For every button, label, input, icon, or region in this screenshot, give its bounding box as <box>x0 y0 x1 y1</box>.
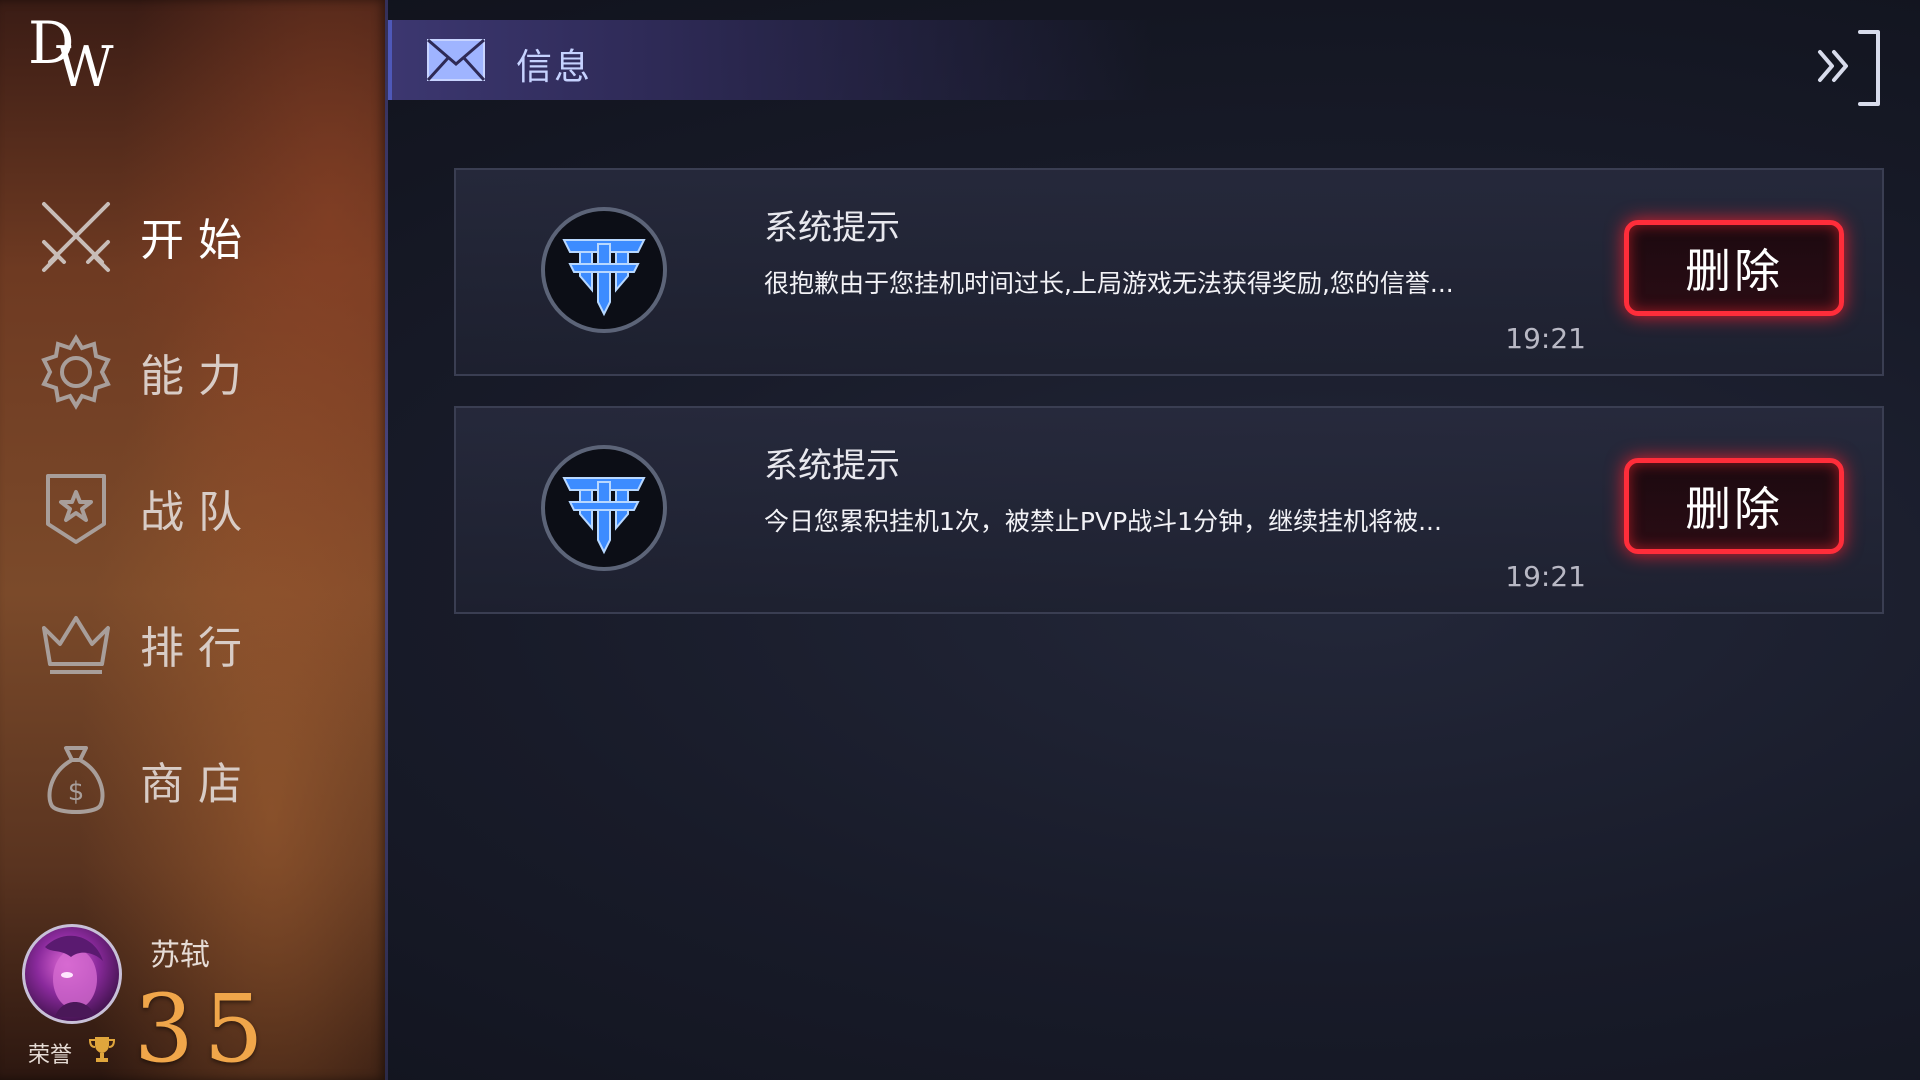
sidebar: DW 开始 能力 战队 排行 $ 商店 苏轼 荣誉 35 <box>0 0 388 1080</box>
nav-item-start[interactable]: 开始 <box>28 186 358 286</box>
nav-item-ability[interactable]: 能力 <box>28 322 358 422</box>
game-logo: DW <box>28 9 114 100</box>
crossed-swords-icon <box>28 193 124 279</box>
message-body: 今日您累积挂机1次，被禁止PVP战斗1分钟，继续挂机将被... <box>764 507 1442 536</box>
delete-button-label: 删除 <box>1685 244 1783 298</box>
gear-icon <box>28 329 124 415</box>
avatar[interactable] <box>22 924 122 1024</box>
nav-item-ranking[interactable]: 排行 <box>28 594 358 694</box>
collapse-panel-icon <box>1812 30 1886 114</box>
mail-icon <box>426 38 486 82</box>
nav-item-team[interactable]: 战队 <box>28 458 358 558</box>
nav-label: 能力 <box>140 351 256 402</box>
nav-label: 战队 <box>140 487 256 538</box>
delete-button[interactable]: 删除 <box>1624 220 1844 316</box>
nav-label: 排行 <box>140 623 256 674</box>
honor-label: 荣誉 <box>28 1043 73 1068</box>
game-screen: DW 开始 能力 战队 排行 $ 商店 苏轼 荣誉 35 信息 系统提示 很抱歉… <box>0 0 1920 1080</box>
crown-icon <box>28 601 124 687</box>
money-bag-icon: $ <box>28 737 124 823</box>
collapse-panel-button[interactable] <box>1812 26 1886 110</box>
nav-label: 商店 <box>140 759 256 810</box>
page-title: 信息 <box>516 47 593 88</box>
message-title: 系统提示 <box>764 446 900 486</box>
message-item[interactable]: 系统提示 很抱歉由于您挂机时间过长,上局游戏无法获得奖励,您的信誉... 19:… <box>454 168 1884 376</box>
message-title: 系统提示 <box>764 208 900 248</box>
player-profile[interactable]: 苏轼 荣誉 35 <box>0 910 388 1080</box>
honor-value: 35 <box>134 975 274 1080</box>
shield-star-icon <box>28 465 124 551</box>
messages-header: 信息 <box>388 20 1152 100</box>
svg-text:$: $ <box>68 777 85 807</box>
delete-button-label: 删除 <box>1685 482 1783 536</box>
message-time: 19:21 <box>1505 560 1586 593</box>
player-name: 苏轼 <box>150 938 210 973</box>
nav-label: 开始 <box>140 215 256 266</box>
system-emblem-icon <box>540 206 668 334</box>
message-time: 19:21 <box>1505 322 1586 355</box>
system-emblem-icon <box>540 444 668 572</box>
message-item[interactable]: 系统提示 今日您累积挂机1次，被禁止PVP战斗1分钟，继续挂机将被... 19:… <box>454 406 1884 614</box>
delete-button[interactable]: 删除 <box>1624 458 1844 554</box>
nav-item-shop[interactable]: $ 商店 <box>28 730 358 830</box>
message-body: 很抱歉由于您挂机时间过长,上局游戏无法获得奖励,您的信誉... <box>764 269 1454 298</box>
trophy-icon <box>88 1034 116 1064</box>
